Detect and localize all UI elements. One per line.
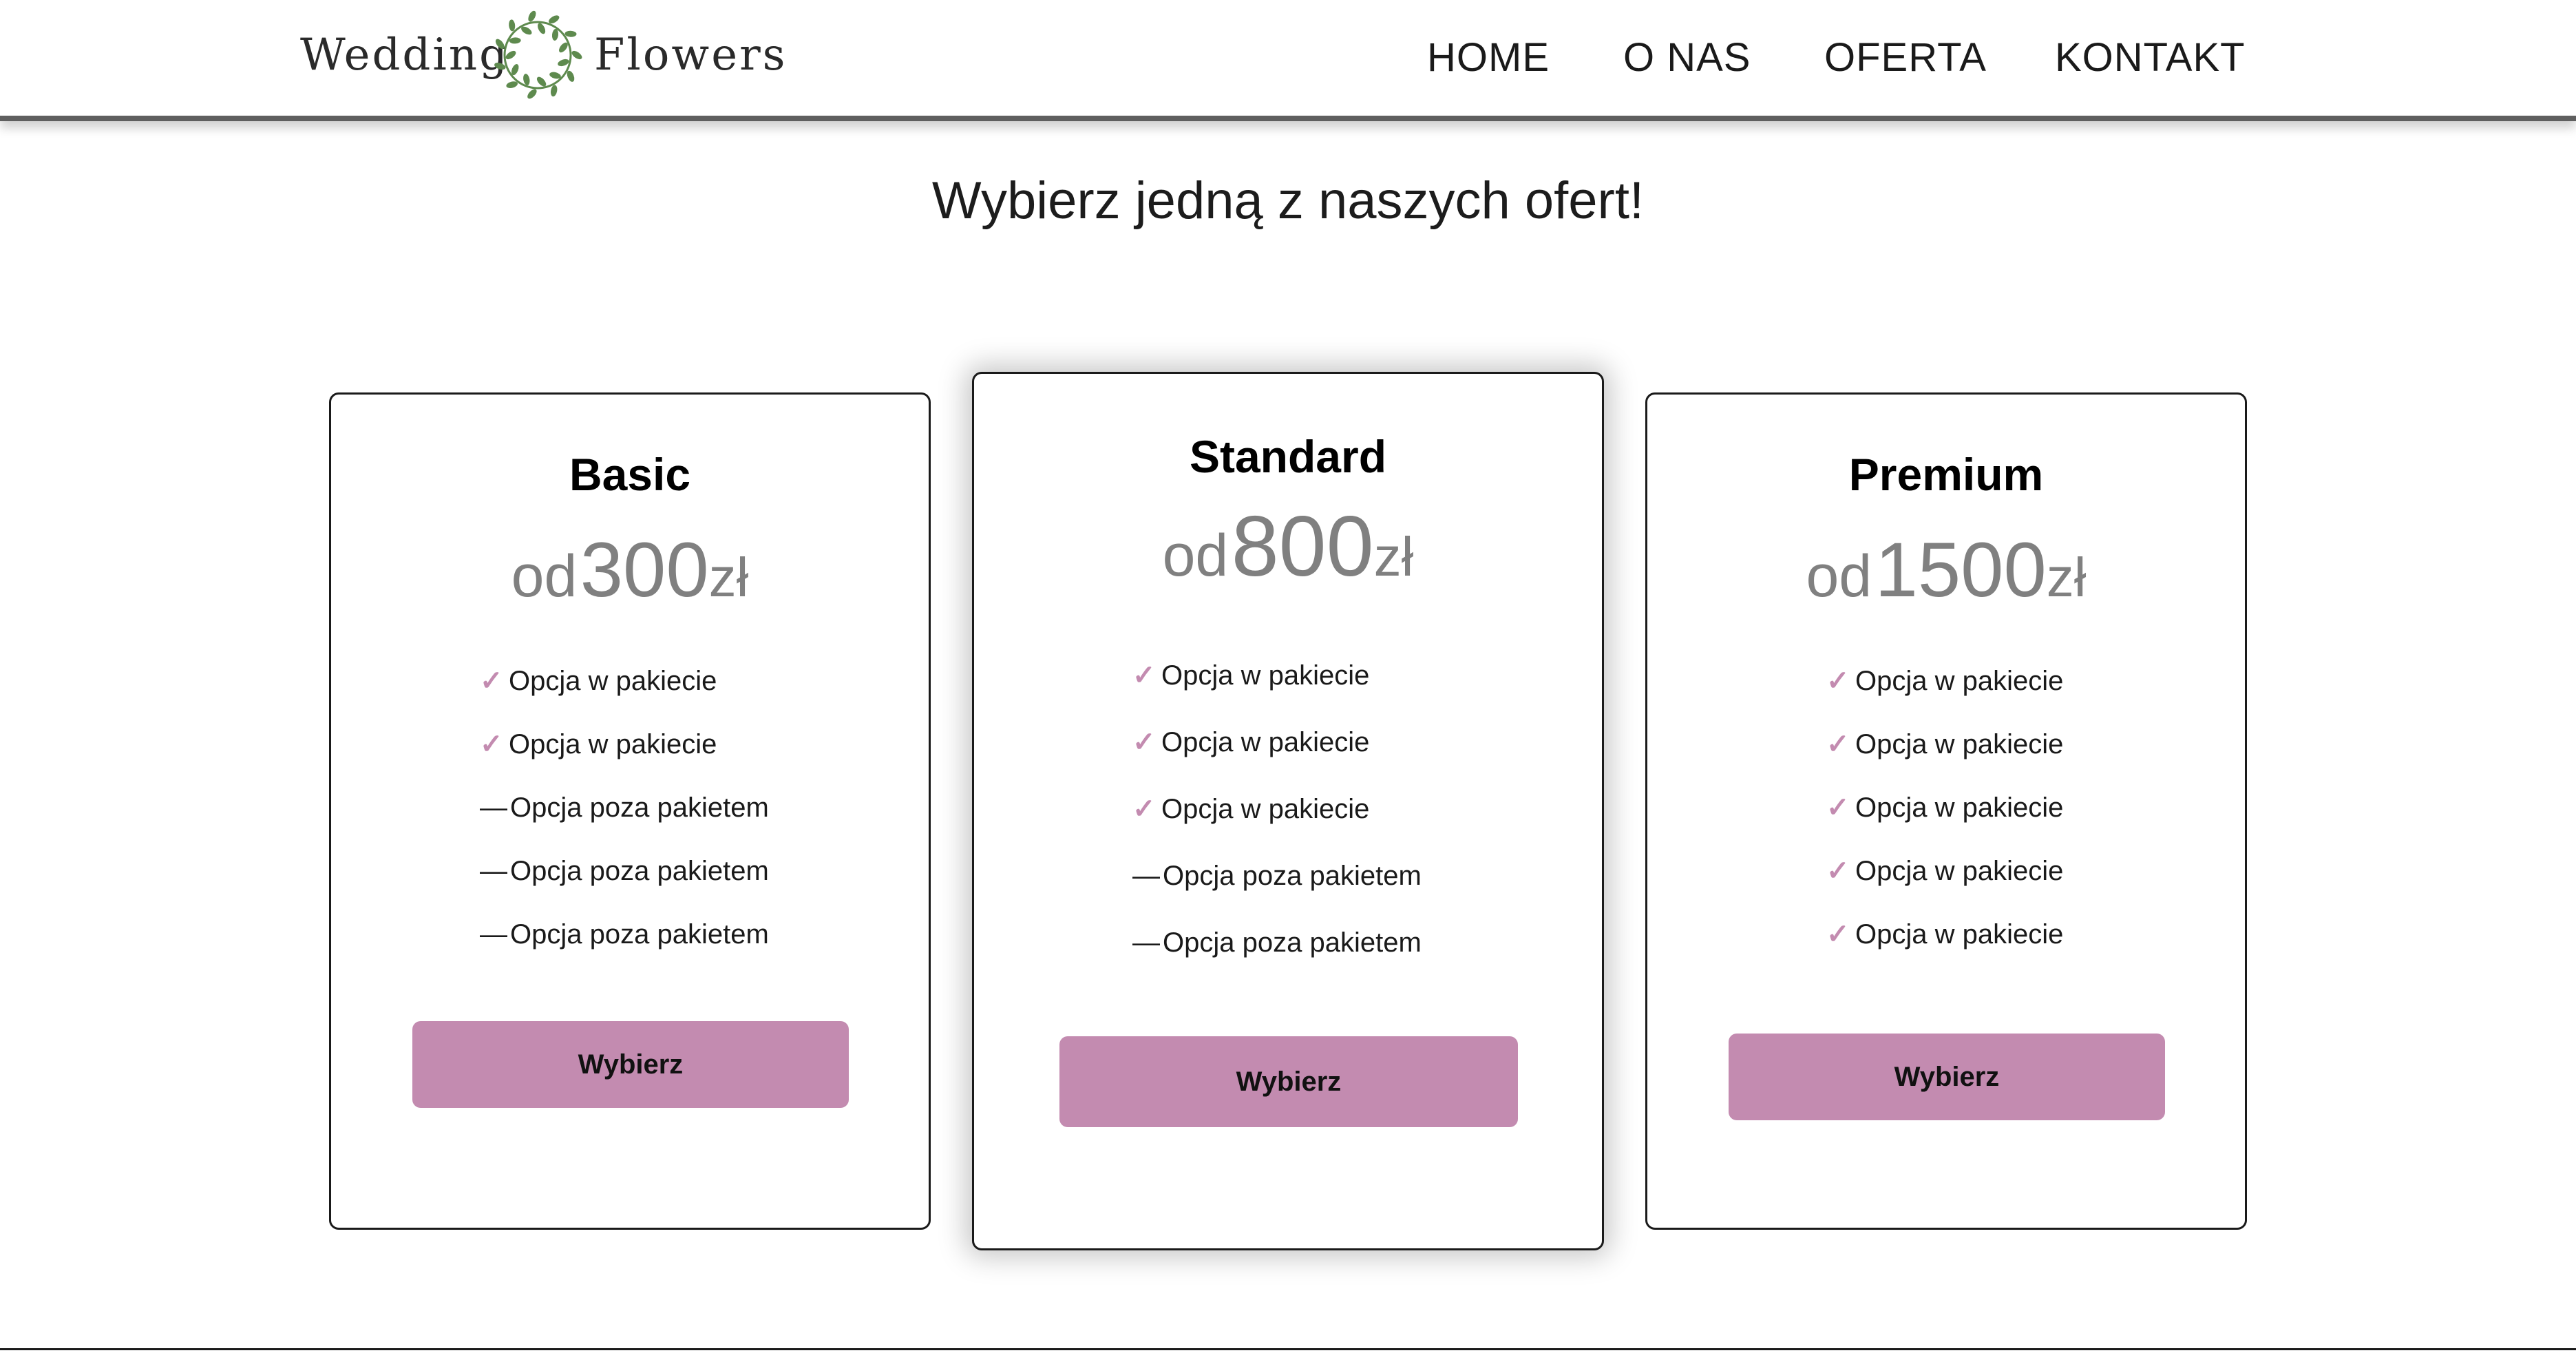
plan-name: Premium xyxy=(1848,449,2044,500)
feature-item: ✓ Opcja w pakiecie xyxy=(1647,903,2245,966)
wreath-leaf xyxy=(528,10,536,22)
check-icon: ✓ xyxy=(1132,727,1156,757)
feature-label: Opcja w pakiecie xyxy=(1161,727,1370,757)
check-icon: ✓ xyxy=(1826,793,1850,823)
pricing-card-basic: Basic od 300zł ✓ Opcja w pakiecie ✓ Opcj… xyxy=(329,392,931,1230)
price-value: 300 xyxy=(580,527,709,613)
check-icon: ✓ xyxy=(1132,660,1156,691)
feature-label: Opcja poza pakietem xyxy=(1163,861,1422,891)
feature-label: Opcja w pakiecie xyxy=(1161,794,1370,824)
price-prefix: od xyxy=(1806,543,1872,609)
feature-item: ✓ Opcja w pakiecie xyxy=(974,642,1602,709)
dash-icon: — xyxy=(1132,927,1160,958)
check-icon: ✓ xyxy=(1132,794,1156,824)
dash-icon: — xyxy=(1132,861,1160,891)
feature-item: ✓ Opcja w pakiecie xyxy=(331,713,929,776)
nav-item-home[interactable]: HOME xyxy=(1427,29,1550,87)
feature-label: Opcja w pakiecie xyxy=(1855,919,2064,950)
choose-premium-button[interactable]: Wybierz xyxy=(1729,1034,2165,1120)
price-value: 1500 xyxy=(1875,527,2047,613)
feature-item: ✓ Opcja w pakiecie xyxy=(331,649,929,713)
feature-item: — Opcja poza pakietem xyxy=(974,910,1602,976)
feature-label: Opcja w pakiecie xyxy=(1161,660,1370,691)
footer-divider xyxy=(0,1348,2576,1350)
dash-icon: — xyxy=(480,856,507,886)
pricing-card-premium: Premium od 1500zł ✓ Opcja w pakiecie ✓ O… xyxy=(1645,392,2247,1230)
feature-item: ✓ Opcja w pakiecie xyxy=(1647,713,2245,776)
feature-label: Opcja poza pakietem xyxy=(510,856,769,886)
feature-item: ✓ Opcja w pakiecie xyxy=(974,709,1602,776)
check-icon: ✓ xyxy=(1826,919,1850,950)
feature-item: ✓ Opcja w pakiecie xyxy=(1647,839,2245,903)
feature-item: ✓ Opcja w pakiecie xyxy=(1647,649,2245,713)
price-currency: zł xyxy=(708,547,749,608)
site-header: Wedding Flowers HOME O NAS OFERTA KONTAK… xyxy=(0,0,2576,121)
feature-label: Opcja w pakiecie xyxy=(1855,666,2064,696)
feature-label: Opcja w pakiecie xyxy=(1855,793,2064,823)
price-currency: zł xyxy=(2046,547,2087,608)
page: Wedding Flowers HOME O NAS OFERTA KONTAK… xyxy=(0,0,2576,1353)
plan-price: od 1500zł xyxy=(1647,525,2245,614)
feature-list: ✓ Opcja w pakiecie ✓ Opcja w pakiecie ✓ … xyxy=(1647,649,2245,966)
price-prefix: od xyxy=(511,543,578,609)
nav-item-oferta[interactable]: OFERTA xyxy=(1824,29,1987,87)
check-icon: ✓ xyxy=(1826,856,1850,886)
check-icon: ✓ xyxy=(1826,666,1850,696)
feature-item: — Opcja poza pakietem xyxy=(331,903,929,966)
feature-list: ✓ Opcja w pakiecie ✓ Opcja w pakiecie — … xyxy=(331,649,929,966)
feature-label: Opcja w pakiecie xyxy=(1855,856,2064,886)
feature-label: Opcja poza pakietem xyxy=(1163,927,1422,958)
feature-label: Opcja w pakiecie xyxy=(1855,729,2064,759)
feature-item: — Opcja poza pakietem xyxy=(331,776,929,839)
feature-item: — Opcja poza pakietem xyxy=(331,839,929,903)
plan-price: od 300zł xyxy=(331,525,929,614)
feature-label: Opcja poza pakietem xyxy=(510,919,769,950)
pricing-card-standard: Standard od 800zł ✓ Opcja w pakiecie ✓ O… xyxy=(972,372,1604,1250)
check-icon: ✓ xyxy=(1826,729,1850,759)
feature-label: Opcja w pakiecie xyxy=(509,666,717,696)
plan-price: od 800zł xyxy=(974,498,1602,596)
page-title: Wybierz jedną z naszych ofert! xyxy=(931,171,1645,230)
feature-item: — Opcja poza pakietem xyxy=(974,843,1602,910)
choose-standard-button[interactable]: Wybierz xyxy=(1059,1036,1518,1127)
price-value: 800 xyxy=(1231,499,1374,594)
dash-icon: — xyxy=(480,919,507,950)
plan-name: Basic xyxy=(569,449,691,500)
check-icon: ✓ xyxy=(480,729,503,759)
nav-item-kontakt[interactable]: KONTAKT xyxy=(2055,29,2246,87)
main-nav: HOME O NAS OFERTA KONTAKT xyxy=(0,29,2576,91)
dash-icon: — xyxy=(480,793,507,823)
feature-label: Opcja poza pakietem xyxy=(510,793,769,823)
feature-item: ✓ Opcja w pakiecie xyxy=(1647,776,2245,839)
feature-item: ✓ Opcja w pakiecie xyxy=(974,776,1602,843)
check-icon: ✓ xyxy=(480,666,503,696)
price-currency: zł xyxy=(1373,526,1414,587)
choose-basic-button[interactable]: Wybierz xyxy=(412,1021,849,1108)
plan-name: Standard xyxy=(1189,431,1387,482)
feature-label: Opcja w pakiecie xyxy=(509,729,717,759)
feature-list: ✓ Opcja w pakiecie ✓ Opcja w pakiecie ✓ … xyxy=(974,642,1602,976)
price-prefix: od xyxy=(1162,523,1229,589)
nav-item-o-nas[interactable]: O NAS xyxy=(1623,29,1751,87)
